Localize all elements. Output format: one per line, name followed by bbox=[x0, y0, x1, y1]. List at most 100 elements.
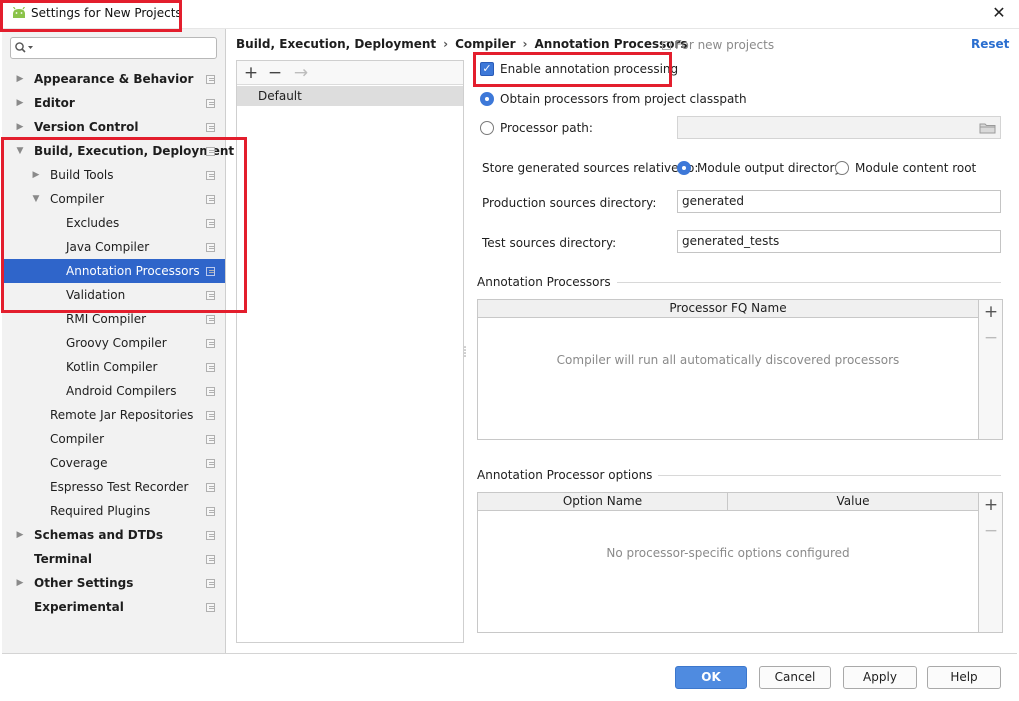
obtain-classpath-radio[interactable] bbox=[480, 92, 494, 106]
project-copy-icon bbox=[206, 315, 215, 324]
tree-item[interactable]: Required Plugins bbox=[2, 499, 225, 523]
tree-item[interactable]: Coverage bbox=[2, 451, 225, 475]
breadcrumb-item: Build, Execution, Deployment bbox=[236, 37, 437, 51]
processors-section-title: Annotation Processors bbox=[477, 275, 617, 289]
store-relative-label: Store generated sources relative to: bbox=[482, 161, 699, 175]
tree-item[interactable]: ▶ Other Settings bbox=[2, 571, 225, 595]
tree-item[interactable]: Android Compilers bbox=[2, 379, 225, 403]
processor-path-field[interactable] bbox=[677, 116, 1001, 139]
plus-icon: + bbox=[983, 302, 999, 322]
project-copy-icon bbox=[206, 339, 215, 348]
project-copy-icon bbox=[206, 435, 215, 444]
processor-path-radio[interactable] bbox=[480, 121, 494, 135]
close-icon: ✕ bbox=[992, 3, 1006, 22]
folder-icon[interactable] bbox=[979, 122, 996, 134]
project-copy-icon bbox=[206, 411, 215, 420]
profile-item-default[interactable]: Default bbox=[237, 86, 463, 106]
collapse-arrow-icon[interactable]: ▶ bbox=[14, 571, 26, 595]
remove-option-button[interactable]: − bbox=[979, 521, 1003, 541]
breadcrumb-item: Compiler bbox=[455, 37, 516, 51]
add-processor-button[interactable]: + bbox=[979, 302, 1003, 322]
close-button[interactable]: ✕ bbox=[987, 2, 1011, 24]
option-name-column[interactable]: Option Name bbox=[478, 493, 728, 511]
minus-icon: − bbox=[983, 328, 999, 348]
search-input[interactable] bbox=[10, 37, 217, 59]
project-copy-icon bbox=[206, 123, 215, 132]
project-copy-icon bbox=[206, 531, 215, 540]
cancel-button[interactable]: Cancel bbox=[759, 666, 831, 689]
search-icon bbox=[15, 42, 33, 53]
tree-item-label: Editor bbox=[34, 96, 75, 110]
tree-item[interactable]: Experimental bbox=[2, 595, 225, 619]
plus-icon: + bbox=[983, 495, 999, 515]
tree-highlight-box bbox=[1, 137, 247, 313]
profile-list-panel bbox=[236, 60, 464, 643]
tree-item[interactable]: Compiler bbox=[2, 427, 225, 451]
tree-item-label: Espresso Test Recorder bbox=[50, 480, 189, 494]
copy-icon bbox=[662, 41, 671, 50]
module-content-label: Module content root bbox=[855, 161, 977, 175]
arrow-right-icon: → bbox=[293, 63, 309, 83]
test-dir-label: Test sources directory: bbox=[482, 236, 617, 250]
tree-item[interactable]: ▶ Version Control bbox=[2, 115, 225, 139]
tree-item-label: Remote Jar Repositories bbox=[50, 408, 194, 422]
collapse-arrow-icon[interactable]: ▶ bbox=[14, 67, 26, 91]
help-button[interactable]: Help bbox=[927, 666, 1001, 689]
module-output-radio[interactable] bbox=[677, 161, 691, 175]
ok-button[interactable]: OK bbox=[675, 666, 747, 689]
tree-item-label: Appearance & Behavior bbox=[34, 72, 194, 86]
breadcrumb: Build, Execution, Deployment › Compiler › An… bbox=[236, 37, 688, 53]
plus-icon: + bbox=[243, 63, 259, 83]
tree-item-label: Terminal bbox=[34, 552, 93, 566]
project-copy-icon bbox=[206, 99, 215, 108]
processor-fq-name-column[interactable]: Processor FQ Name bbox=[478, 300, 978, 318]
project-copy-icon bbox=[206, 363, 215, 372]
collapse-arrow-icon[interactable]: ▶ bbox=[14, 115, 26, 139]
tree-item-label: Other Settings bbox=[34, 576, 134, 590]
tree-item[interactable]: Espresso Test Recorder bbox=[2, 475, 225, 499]
tree-item[interactable]: Terminal bbox=[2, 547, 225, 571]
tree-item[interactable]: Kotlin Compiler bbox=[2, 355, 225, 379]
project-copy-icon bbox=[206, 507, 215, 516]
tree-item-label: Kotlin Compiler bbox=[66, 360, 158, 374]
options-table bbox=[477, 492, 979, 633]
project-copy-icon bbox=[206, 459, 215, 468]
module-output-label: Module output directory bbox=[697, 161, 842, 175]
test-dir-field[interactable]: generated_tests bbox=[677, 230, 1001, 253]
add-option-button[interactable]: + bbox=[979, 495, 1003, 515]
footer-divider bbox=[2, 653, 1017, 654]
project-copy-icon bbox=[206, 75, 215, 84]
option-value-column[interactable]: Value bbox=[728, 493, 978, 511]
splitter-handle[interactable] bbox=[463, 345, 467, 357]
add-profile-button[interactable]: + bbox=[241, 62, 261, 84]
collapse-arrow-icon[interactable]: ▶ bbox=[14, 523, 26, 547]
tree-item-label: Android Compilers bbox=[66, 384, 177, 398]
breadcrumb-separator-icon: › bbox=[522, 37, 528, 51]
remove-profile-button[interactable]: − bbox=[265, 62, 285, 84]
move-profile-button[interactable]: → bbox=[291, 62, 311, 84]
apply-button[interactable]: Apply bbox=[843, 666, 917, 689]
tree-item-label: Experimental bbox=[34, 600, 124, 614]
tree-item-label: Version Control bbox=[34, 120, 139, 134]
reset-link[interactable]: Reset bbox=[971, 37, 1009, 51]
module-content-radio[interactable] bbox=[835, 161, 849, 175]
processors-table bbox=[477, 299, 979, 440]
scope-label: For new projects bbox=[675, 38, 775, 52]
production-dir-field[interactable]: generated bbox=[677, 190, 1001, 213]
minus-icon: − bbox=[983, 521, 999, 541]
processors-empty-text: Compiler will run all automatically disc… bbox=[556, 353, 900, 367]
tree-item[interactable]: Groovy Compiler bbox=[2, 331, 225, 355]
tree-item[interactable]: ▶ Schemas and DTDs bbox=[2, 523, 225, 547]
options-section-title: Annotation Processor options bbox=[477, 468, 659, 482]
obtain-classpath-label: Obtain processors from project classpath bbox=[500, 92, 747, 106]
tree-item[interactable]: ▶ Appearance & Behavior bbox=[2, 67, 225, 91]
collapse-arrow-icon[interactable]: ▶ bbox=[14, 91, 26, 115]
title-highlight-box bbox=[0, 0, 182, 32]
remove-processor-button[interactable]: − bbox=[979, 328, 1003, 348]
checkbox-highlight-box bbox=[473, 52, 672, 87]
project-copy-icon bbox=[206, 603, 215, 612]
tree-item-label: Schemas and DTDs bbox=[34, 528, 164, 542]
tree-item[interactable]: ▶ Editor bbox=[2, 91, 225, 115]
tree-item[interactable]: Remote Jar Repositories bbox=[2, 403, 225, 427]
project-copy-icon bbox=[206, 387, 215, 396]
